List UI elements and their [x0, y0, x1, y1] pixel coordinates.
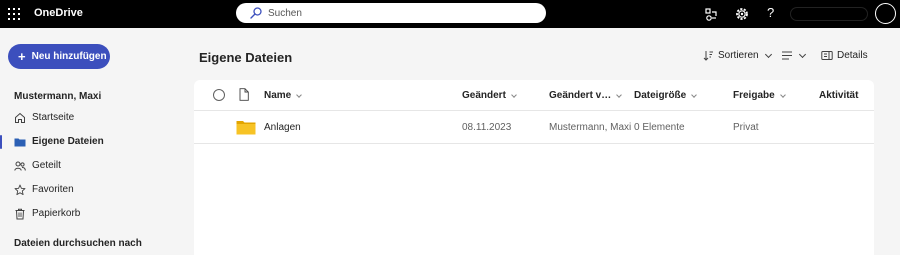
- page-title: Eigene Dateien: [199, 50, 293, 65]
- sidebar-item-my-files[interactable]: Eigene Dateien: [0, 131, 190, 153]
- sidebar-item-recycle-bin[interactable]: Papierkorb: [0, 203, 190, 225]
- sidebar-item-label: Papierkorb: [32, 208, 81, 219]
- sidebar-item-label: Geteilt: [32, 160, 61, 171]
- sidebar-item-label: Favoriten: [32, 184, 74, 195]
- chevron-down-icon: [691, 91, 698, 98]
- sidebar-item-label: Startseite: [32, 112, 75, 123]
- star-icon: [14, 184, 26, 196]
- home-icon: [15, 112, 25, 123]
- file-list: Name Geändert Geändert v… Dateigröße Fre…: [194, 80, 874, 255]
- folder-icon: [14, 138, 26, 147]
- file-name[interactable]: Anlagen: [264, 122, 301, 133]
- add-new-label: Neu hinzufügen: [31, 51, 107, 62]
- table-row[interactable]: Anlagen 08.11.2023 Mustermann, Maxi 0 El…: [194, 112, 874, 144]
- search-icon: [250, 7, 262, 19]
- column-header-modified[interactable]: Geändert: [462, 90, 517, 101]
- help-icon[interactable]: ?: [767, 5, 774, 20]
- selection-indicator: [0, 135, 2, 149]
- details-button[interactable]: Details: [821, 50, 868, 61]
- file-list-header: Name Geändert Geändert v… Dateigröße Fre…: [194, 80, 874, 111]
- plus-icon: +: [18, 49, 26, 64]
- add-new-button[interactable]: + Neu hinzufügen: [8, 44, 110, 69]
- browse-files-by-heading: Dateien durchsuchen nach: [14, 238, 142, 249]
- column-label: Geändert v…: [549, 90, 612, 101]
- sidebar-item-shared[interactable]: Geteilt: [0, 155, 190, 177]
- trash-icon: [15, 208, 25, 220]
- chevron-down-icon: [779, 91, 786, 98]
- details-pane-icon: [821, 51, 833, 60]
- file-size: 0 Elemente: [634, 122, 685, 133]
- sidebar-item-home[interactable]: Startseite: [0, 107, 190, 129]
- column-label: Dateigröße: [634, 90, 687, 101]
- chevron-down-icon: [764, 50, 772, 58]
- diamond-premium-icon[interactable]: [703, 6, 719, 22]
- sharing-status: Privat: [733, 122, 759, 133]
- column-header-activity[interactable]: Aktivität: [819, 90, 858, 101]
- app-title[interactable]: OneDrive: [34, 7, 83, 19]
- people-icon: [14, 161, 26, 171]
- modified-date: 08.11.2023: [462, 122, 512, 133]
- sidebar-item-favorites[interactable]: Favoriten: [0, 179, 190, 201]
- account-name-redacted: [790, 7, 868, 21]
- search-box[interactable]: [236, 3, 546, 23]
- chevron-down-icon: [511, 91, 517, 98]
- top-bar: OneDrive ?: [0, 0, 900, 28]
- column-label: Freigabe: [733, 90, 775, 101]
- folder-icon: [236, 121, 256, 135]
- chevron-down-icon: [296, 91, 303, 98]
- sort-label: Sortieren: [718, 50, 759, 61]
- app-launcher-icon[interactable]: [8, 8, 20, 20]
- details-label: Details: [837, 50, 868, 61]
- column-label: Aktivität: [819, 90, 859, 101]
- sort-button[interactable]: Sortieren: [703, 50, 772, 61]
- select-all-checkbox[interactable]: [213, 89, 225, 101]
- sort-icon: [703, 51, 713, 61]
- settings-gear-icon[interactable]: [734, 6, 750, 22]
- column-header-sharing[interactable]: Freigabe: [733, 90, 786, 101]
- list-view-icon: [782, 51, 792, 60]
- column-label: Geändert: [462, 90, 506, 101]
- column-header-name[interactable]: Name: [264, 90, 303, 101]
- file-type-icon[interactable]: [239, 88, 249, 101]
- user-name: Mustermann, Maxi: [14, 91, 102, 102]
- modified-by: Mustermann, Maxi: [549, 122, 632, 133]
- sidebar-item-label: Eigene Dateien: [32, 136, 104, 147]
- chevron-down-icon: [798, 50, 807, 58]
- column-header-file-size[interactable]: Dateigröße: [634, 90, 698, 101]
- view-options-button[interactable]: [781, 50, 807, 61]
- chevron-down-icon: [616, 91, 623, 98]
- search-input[interactable]: [268, 5, 528, 21]
- column-header-modified-by[interactable]: Geändert v…: [549, 90, 623, 101]
- column-label: Name: [264, 90, 292, 101]
- avatar[interactable]: [875, 3, 896, 24]
